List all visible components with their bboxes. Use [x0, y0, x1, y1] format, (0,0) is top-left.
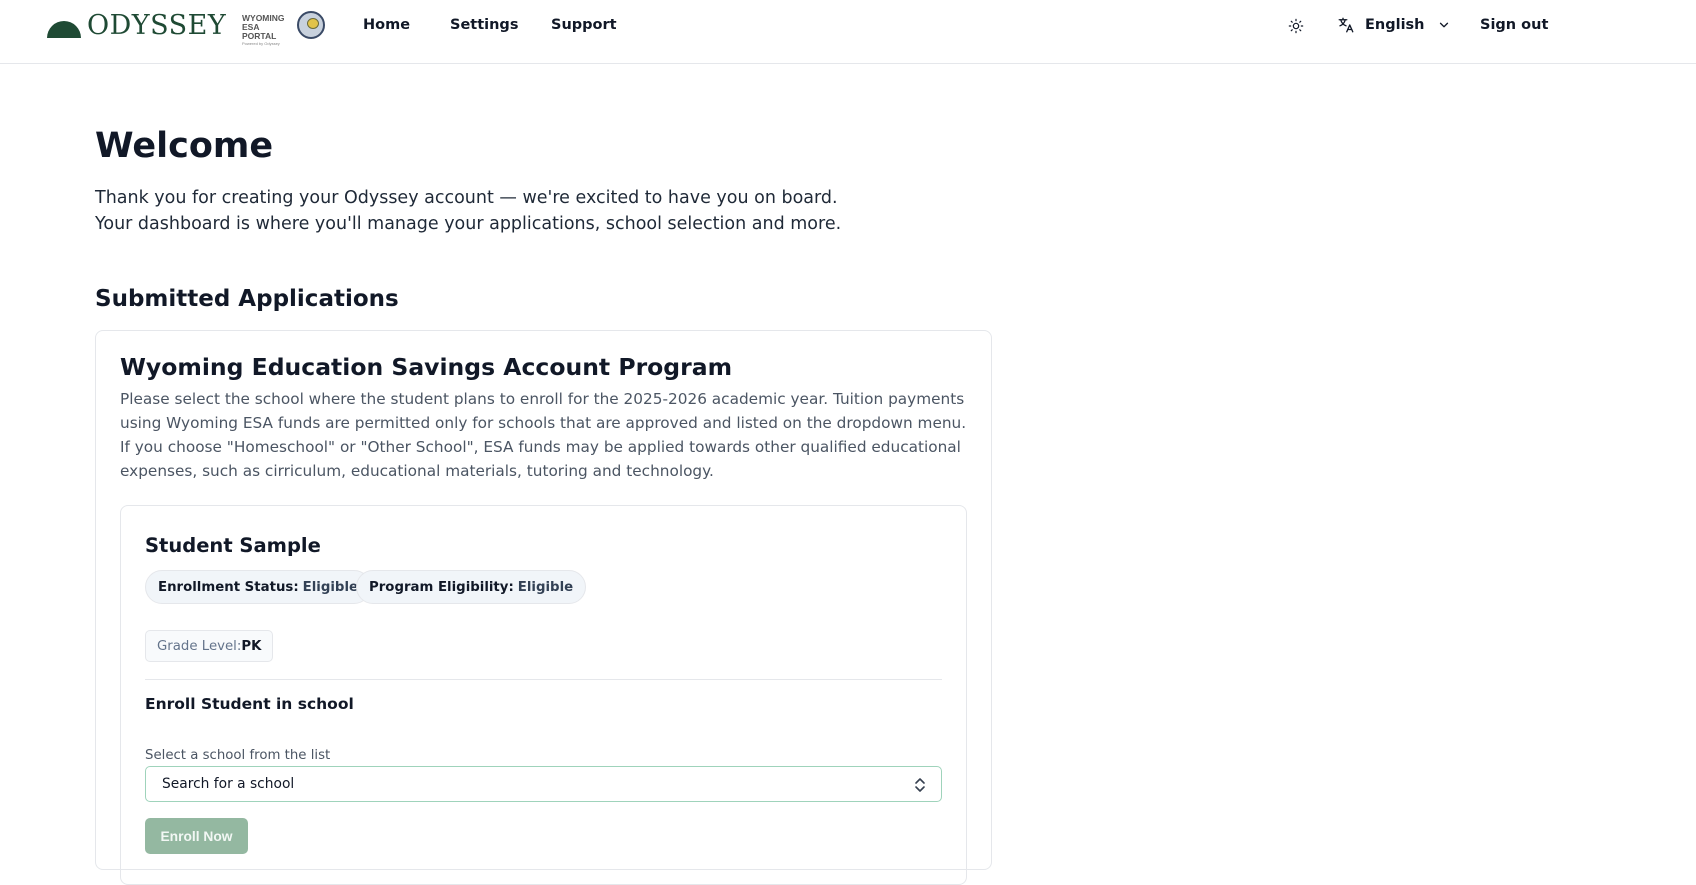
portal-logo-line3: Powered by Odyssey	[242, 41, 280, 46]
student-name: Student Sample	[145, 534, 321, 557]
program-description: Please select the school where the stude…	[120, 390, 967, 480]
chevron-down-icon	[1439, 22, 1448, 28]
language-selector[interactable]: English	[1337, 14, 1451, 36]
translate-icon	[1338, 17, 1354, 33]
theme-toggle-button[interactable]	[1286, 16, 1306, 36]
portal-logo-line2: ESA PORTAL	[242, 22, 277, 41]
enrollment-status-value: Eligible	[302, 579, 359, 595]
nav-support-link[interactable]: Support	[551, 14, 617, 36]
intro-line-1: Thank you for creating your Odyssey acco…	[95, 188, 838, 208]
school-search-select[interactable]: Search for a school	[145, 766, 942, 802]
wyoming-esa-portal-logo: WYOMING ESA PORTAL Powered by Odyssey	[242, 14, 286, 47]
grade-level-badge: Grade Level: PK	[145, 630, 274, 662]
student-card: Student Sample Enrollment Status: Eligib…	[120, 505, 967, 885]
program-title: Wyoming Education Savings Account Progra…	[120, 353, 733, 381]
page-title: Welcome	[95, 126, 274, 166]
sun-icon	[1288, 18, 1304, 34]
program-eligibility-label: Program Eligibility:	[369, 579, 514, 595]
program-card: Wyoming Education Savings Account Progra…	[95, 330, 992, 885]
language-label: English	[1365, 17, 1425, 33]
odyssey-logo[interactable]: ODYSSEY	[47, 10, 226, 42]
enrollment-status-badge: Enrollment Status: Eligible	[145, 570, 372, 604]
sign-out-link[interactable]: Sign out	[1480, 14, 1548, 36]
enrollment-status-label: Enrollment Status:	[158, 579, 299, 595]
grade-level-value: PK	[241, 638, 262, 654]
school-select-placeholder: Search for a school	[162, 776, 295, 792]
wyoming-state-seal-icon	[297, 11, 325, 39]
enroll-student-heading: Enroll Student in school	[145, 695, 354, 713]
odyssey-dome-icon	[47, 20, 81, 38]
submitted-applications-heading: Submitted Applications	[95, 286, 399, 312]
nav-home-link[interactable]: Home	[363, 14, 410, 36]
intro-line-2: Your dashboard is where you'll manage yo…	[95, 214, 842, 234]
chevron-up-down-icon	[915, 778, 925, 792]
divider	[145, 679, 942, 680]
brand-name: ODYSSEY	[87, 10, 227, 41]
program-eligibility-value: Eligible	[517, 579, 574, 595]
welcome-intro: Thank you for creating your Odyssey acco…	[95, 185, 855, 237]
top-navigation-bar: ODYSSEY WYOMING ESA PORTAL Powered by Od…	[0, 0, 1696, 64]
grade-level-label: Grade Level:	[157, 638, 242, 654]
program-eligibility-badge: Program Eligibility: Eligible	[356, 570, 587, 604]
school-select-label: Select a school from the list	[145, 748, 331, 763]
enroll-now-button[interactable]: Enroll Now	[145, 818, 248, 854]
nav-settings-link[interactable]: Settings	[450, 14, 518, 36]
